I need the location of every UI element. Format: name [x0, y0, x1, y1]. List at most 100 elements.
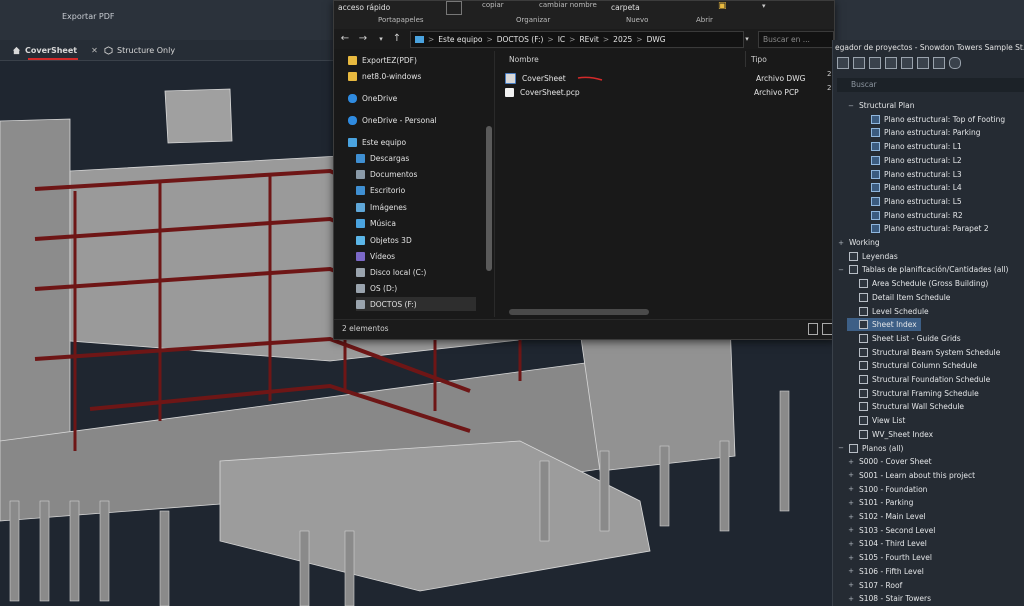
tree-item[interactable]: + Working [837, 236, 884, 249]
breadcrumb-item[interactable]: DOCTOS (F:) [497, 35, 544, 44]
collapse-icon[interactable]: − [837, 444, 845, 452]
nav-item[interactable]: OneDrive - Personal [348, 113, 437, 127]
nav-scrollbar[interactable] [486, 126, 492, 271]
nav-item[interactable]: Escritorio [356, 183, 405, 197]
tree-item[interactable]: Structural Foundation Schedule [847, 373, 994, 386]
tree-item[interactable]: + S100 - Foundation [847, 483, 931, 496]
address-dropdown-icon[interactable]: ▾ [740, 32, 754, 46]
tree-item[interactable]: Detail Item Schedule [847, 291, 954, 304]
tree-item[interactable]: Structural Wall Schedule [847, 400, 968, 413]
collapse-icon[interactable]: − [837, 266, 845, 274]
expand-icon[interactable]: + [847, 485, 855, 493]
expand-icon[interactable]: + [847, 471, 855, 479]
expand-icon[interactable]: + [847, 595, 855, 603]
toolbar-icon[interactable] [885, 57, 897, 69]
tree-item[interactable]: Plano estructural: R2 [859, 209, 967, 222]
expand-icon[interactable]: + [837, 239, 845, 247]
expand-icon[interactable]: + [847, 513, 855, 521]
nav-item-selected[interactable]: DOCTOS (F:) [356, 297, 476, 311]
toolbar-icon[interactable] [917, 57, 929, 69]
nav-item[interactable]: Música [356, 216, 396, 230]
paste-icon[interactable] [446, 1, 462, 15]
tree-item[interactable]: Sheet List - Guide Grids [847, 332, 965, 345]
tree-item[interactable]: Sheet Index [847, 318, 921, 332]
expand-icon[interactable]: + [847, 499, 855, 507]
close-tab-icon[interactable]: ✕ [91, 46, 98, 55]
expand-icon[interactable]: + [847, 458, 855, 466]
tree-item[interactable]: + S105 - Fourth Level [847, 551, 936, 564]
nav-item[interactable]: ExportEZ(PDF) [348, 53, 417, 67]
column-header-type[interactable]: Tipo [751, 55, 767, 64]
nav-item[interactable]: Disco local (C:) [356, 265, 426, 279]
tree-item[interactable]: − Tablas de planificación/Cantidades (all… [837, 263, 1012, 276]
tab-coversheet[interactable]: CoverSheet ✕ [6, 42, 104, 60]
select-dropdown-icon[interactable]: ▾ [762, 2, 766, 10]
search-input[interactable]: Buscar en ... [758, 31, 834, 48]
tree-item[interactable]: Plano estructural: L2 [859, 154, 966, 167]
tree-item[interactable]: − Planos (all) [837, 442, 907, 455]
tab-structure-only[interactable]: Structure Only [98, 42, 181, 58]
expand-icon[interactable]: + [847, 567, 855, 575]
toolbar-icon[interactable] [837, 57, 849, 69]
tree-item[interactable]: Plano estructural: L1 [859, 140, 966, 153]
tree-item[interactable]: + S106 - Fifth Level [847, 565, 928, 578]
copy-button[interactable]: copiar [482, 1, 504, 9]
tree-item[interactable]: + S001 - Learn about this project [847, 469, 979, 482]
up-arrow-icon[interactable]: ↑ [390, 32, 404, 46]
tree-item[interactable]: Structural Framing Schedule [847, 387, 983, 400]
nav-item[interactable]: Vídeos [356, 249, 395, 263]
quick-access-label[interactable]: acceso rápido [338, 3, 390, 12]
nav-item[interactable]: Documentos [356, 167, 417, 181]
tree-item[interactable]: Structural Beam System Schedule [847, 346, 1004, 359]
tree-item[interactable]: View List [847, 414, 909, 427]
back-arrow-icon[interactable]: ← [338, 32, 352, 46]
tree-item[interactable]: Plano estructural: L3 [859, 168, 966, 181]
toolbar-icon[interactable] [869, 57, 881, 69]
forward-arrow-icon[interactable]: → [356, 32, 370, 46]
breadcrumb-item[interactable]: DWG [647, 35, 666, 44]
tree-item[interactable]: Level Schedule [847, 305, 933, 318]
tree-item[interactable]: + S107 - Roof [847, 579, 906, 592]
tree-item[interactable]: Plano estructural: Parapet 2 [859, 222, 993, 235]
browser-search-input[interactable]: Buscar [837, 78, 1024, 92]
nav-item[interactable]: OneDrive [348, 91, 397, 105]
link-icon[interactable] [949, 57, 961, 69]
toolbar-icon[interactable] [901, 57, 913, 69]
expand-icon[interactable]: + [847, 554, 855, 562]
file-row[interactable]: CoverSheet Archivo DWG [505, 71, 825, 85]
nav-item[interactable]: Este equipo [348, 135, 406, 149]
breadcrumb-item[interactable]: REvit [579, 35, 598, 44]
tree-item[interactable]: Plano estructural: Parking [859, 126, 985, 139]
nav-item[interactable]: net8.0-windows [348, 69, 421, 83]
nav-item[interactable]: Objetos 3D [356, 233, 412, 247]
tree-item[interactable]: + S108 - Stair Towers [847, 592, 935, 605]
history-dropdown-icon[interactable]: ▾ [374, 32, 388, 46]
toolbar-icon[interactable] [933, 57, 945, 69]
toolbar-icon[interactable] [853, 57, 865, 69]
tree-item[interactable]: + S101 - Parking [847, 496, 917, 509]
expand-icon[interactable]: + [847, 540, 855, 548]
tree-item[interactable]: Plano estructural: L4 [859, 181, 966, 194]
export-pdf-label[interactable]: Exportar PDF [62, 12, 115, 21]
tree-item[interactable]: + S103 - Second Level [847, 524, 939, 537]
details-view-icon[interactable] [808, 323, 818, 335]
tree-item[interactable]: Structural Column Schedule [847, 359, 981, 372]
breadcrumb-item[interactable]: IC [558, 35, 565, 44]
column-header-name[interactable]: Nombre [509, 55, 539, 64]
nav-item[interactable]: OS (D:) [356, 281, 397, 295]
breadcrumb-item[interactable]: 2025 [613, 35, 632, 44]
tree-item[interactable]: Area Schedule (Gross Building) [847, 277, 992, 290]
tree-item[interactable]: − Structural Plan [847, 99, 918, 112]
file-row[interactable]: CoverSheet.pcp Archivo PCP [505, 85, 825, 99]
tree-item[interactable]: + S102 - Main Level [847, 510, 930, 523]
open-icon[interactable]: ▣ [718, 1, 727, 11]
rename-button[interactable]: cambiar nombre [539, 1, 597, 9]
tree-item[interactable]: + S000 - Cover Sheet [847, 455, 936, 468]
tree-item[interactable]: + S104 - Third Level [847, 537, 931, 550]
new-folder-button[interactable]: carpeta [611, 3, 640, 12]
tree-item[interactable]: Leyendas [837, 250, 902, 263]
horizontal-scrollbar[interactable] [509, 309, 649, 315]
nav-item[interactable]: Descargas [356, 151, 409, 165]
tree-item[interactable]: Plano estructural: Top of Footing [859, 113, 1009, 126]
expand-icon[interactable]: + [847, 526, 855, 534]
